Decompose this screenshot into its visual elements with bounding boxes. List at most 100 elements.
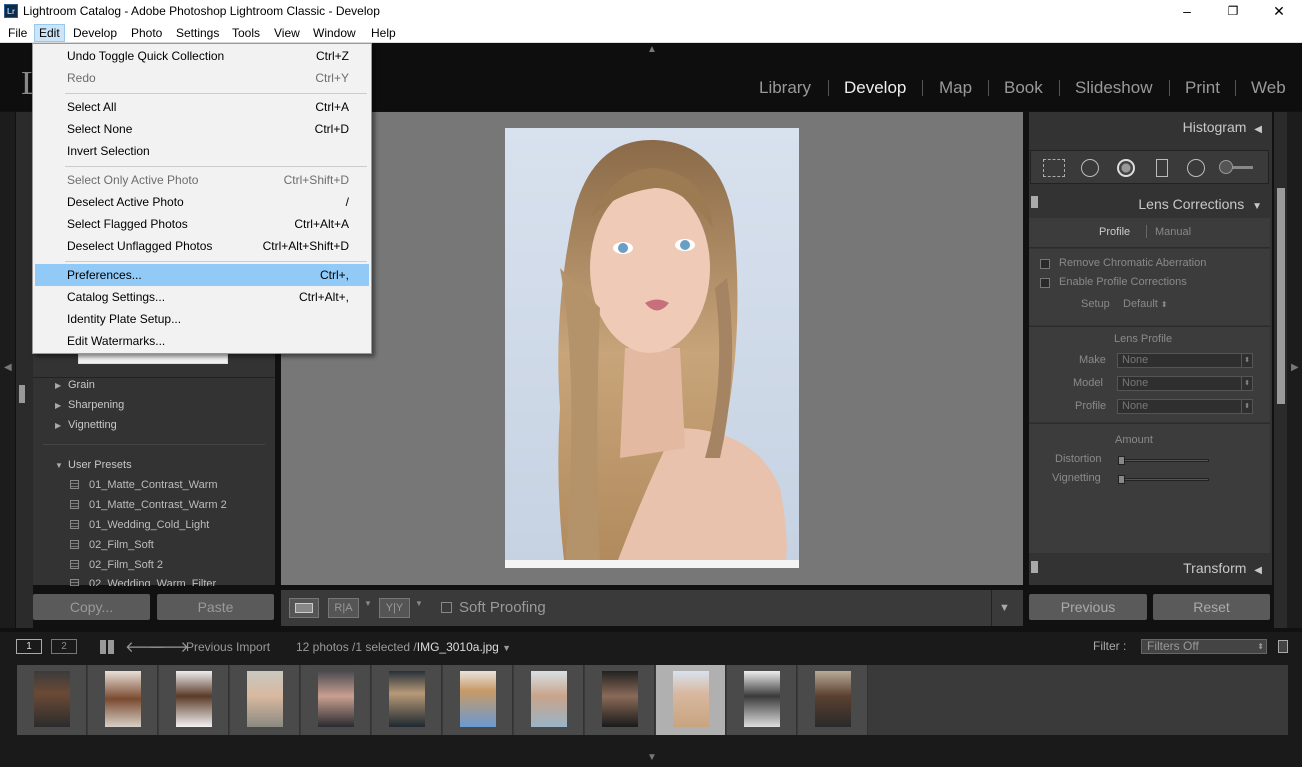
remove-ca-checkbox[interactable] [1040, 259, 1050, 269]
preset-item[interactable]: 02_Wedding_Warm_Filter [70, 578, 216, 586]
menu-window[interactable]: Window [309, 24, 360, 42]
thumbnail[interactable] [585, 665, 655, 735]
thumbnail[interactable] [17, 665, 87, 735]
preset-item[interactable]: 01_Matte_Contrast_Warm 2 [70, 499, 227, 511]
thumbnail[interactable] [159, 665, 229, 735]
thumbnail[interactable] [727, 665, 797, 735]
red-eye-icon[interactable] [1117, 159, 1135, 177]
menu-item-invert-selection[interactable]: Invert Selection [35, 140, 369, 162]
menu-photo[interactable]: Photo [127, 24, 166, 42]
left-scrollbar-thumb[interactable] [19, 385, 25, 403]
transform-toggle[interactable] [1031, 561, 1038, 573]
menu-item-preferences[interactable]: Preferences... Ctrl+, [35, 264, 369, 286]
section-vignetting[interactable]: ▶ Vignetting [55, 419, 117, 431]
chevron-down-icon[interactable]: ▼ [364, 599, 372, 608]
menu-item-edit-watermarks[interactable]: Edit Watermarks... [35, 330, 369, 352]
distortion-slider[interactable] [1118, 456, 1209, 465]
menu-item-select-only-active[interactable]: Select Only Active Photo Ctrl+Shift+D [35, 169, 369, 191]
thumbnail-selected[interactable] [656, 665, 726, 735]
menu-item-deselect-active[interactable]: Deselect Active Photo / [35, 191, 369, 213]
enable-profile-checkbox[interactable] [1040, 278, 1050, 288]
thumbnail[interactable] [372, 665, 442, 735]
menu-item-catalog-settings[interactable]: Catalog Settings... Ctrl+Alt+, [35, 286, 369, 308]
histogram-header[interactable]: Histogram ◀ [1183, 119, 1262, 135]
preset-item[interactable]: 02_Film_Soft [70, 539, 154, 551]
model-dropdown[interactable]: None ⬍ [1117, 376, 1253, 391]
crop-overlay-icon[interactable] [1043, 159, 1065, 177]
module-print[interactable]: Print [1185, 78, 1220, 98]
monitor-2-button[interactable]: 2 [51, 639, 77, 654]
thumbnail[interactable] [230, 665, 300, 735]
menu-item-deselect-unflagged[interactable]: Deselect Unflagged Photos Ctrl+Alt+Shift+… [35, 235, 369, 257]
menu-file[interactable]: File [4, 24, 31, 42]
menu-help[interactable]: Help [367, 24, 400, 42]
image-canvas[interactable] [281, 112, 1023, 585]
close-button[interactable]: ✕ [1256, 0, 1302, 22]
main-photo[interactable] [505, 128, 799, 568]
minimize-button[interactable]: – [1164, 0, 1210, 22]
grid-view-icon[interactable] [100, 640, 114, 654]
filter-lock-icon[interactable] [1278, 640, 1288, 653]
right-panel-toggle-icon[interactable]: ▶ [1291, 362, 1299, 373]
previous-button[interactable]: Previous [1029, 594, 1147, 620]
user-presets-folder[interactable]: ▼ User Presets [55, 459, 132, 471]
menu-item-undo[interactable]: Undo Toggle Quick Collection Ctrl+Z [35, 45, 369, 67]
paste-button[interactable]: Paste [157, 594, 274, 620]
transform-header[interactable]: Transform ◀ [1183, 560, 1262, 576]
before-after-split-button[interactable]: Y|Y [379, 598, 410, 618]
before-after-button[interactable]: R|A [328, 598, 359, 618]
filter-dropdown[interactable]: Filters Off ⬍ [1141, 639, 1267, 654]
module-web[interactable]: Web [1251, 78, 1286, 98]
section-sharpening[interactable]: ▶ Sharpening [55, 399, 124, 411]
module-slideshow[interactable]: Slideshow [1075, 78, 1153, 98]
forward-arrow-icon[interactable]: 🡒 [149, 637, 189, 656]
menu-edit[interactable]: Edit [34, 24, 65, 42]
section-grain[interactable]: ▶ Grain [55, 379, 95, 391]
setup-dropdown[interactable]: Default ⬍ [1123, 298, 1168, 310]
right-scrollbar-thumb[interactable] [1277, 188, 1285, 404]
thumbnail[interactable] [798, 665, 868, 735]
soft-proofing-checkbox[interactable] [441, 602, 452, 613]
menu-item-select-none[interactable]: Select None Ctrl+D [35, 118, 369, 140]
preset-item[interactable]: 01_Matte_Contrast_Warm [70, 479, 218, 491]
menu-item-select-flagged[interactable]: Select Flagged Photos Ctrl+Alt+A [35, 213, 369, 235]
thumbnail[interactable] [301, 665, 371, 735]
toolbar-menu-chevron-icon[interactable]: ▼ [999, 602, 1010, 614]
tab-profile[interactable]: Profile [1099, 226, 1130, 238]
source-label[interactable]: Previous Import [186, 640, 270, 654]
monitor-1-button[interactable]: 1 [16, 639, 42, 654]
menu-develop[interactable]: Develop [69, 24, 121, 42]
preset-item[interactable]: 01_Wedding_Cold_Light [70, 519, 209, 531]
chevron-down-icon[interactable]: ▼ [415, 599, 423, 608]
adjustment-brush-icon[interactable] [1219, 160, 1253, 174]
loupe-view-button[interactable] [289, 598, 319, 618]
menu-tools[interactable]: Tools [228, 24, 264, 42]
thumbnail[interactable] [443, 665, 513, 735]
module-book[interactable]: Book [1004, 78, 1043, 98]
graduated-filter-icon[interactable] [1156, 159, 1168, 177]
menu-view[interactable]: View [270, 24, 304, 42]
radial-filter-icon[interactable] [1187, 159, 1205, 177]
profile-dropdown[interactable]: None ⬍ [1117, 399, 1253, 414]
module-map[interactable]: Map [939, 78, 972, 98]
maximize-button[interactable]: ❐ [1210, 0, 1256, 22]
bottom-panel-toggle-icon[interactable]: ▼ [647, 752, 657, 763]
thumbnail[interactable] [514, 665, 584, 735]
thumbnail[interactable] [88, 665, 158, 735]
top-panel-toggle-icon[interactable]: ▲ [647, 44, 657, 55]
preset-item[interactable]: 02_Film_Soft 2 [70, 559, 163, 571]
filmstrip-status[interactable]: 12 photos /1 selected /IMG_3010a.jpg ▼ [296, 640, 511, 654]
reset-button[interactable]: Reset [1153, 594, 1270, 620]
tab-manual[interactable]: Manual [1155, 226, 1191, 238]
menu-item-redo[interactable]: Redo Ctrl+Y [35, 67, 369, 89]
lens-corrections-toggle[interactable] [1031, 196, 1038, 208]
left-panel-toggle-icon[interactable]: ◀ [4, 362, 12, 373]
vignetting-slider[interactable] [1118, 475, 1209, 484]
make-dropdown[interactable]: None ⬍ [1117, 353, 1253, 368]
menu-item-identity-plate[interactable]: Identity Plate Setup... [35, 308, 369, 330]
menu-item-select-all[interactable]: Select All Ctrl+A [35, 96, 369, 118]
module-library[interactable]: Library [759, 78, 811, 98]
copy-button[interactable]: Copy... [33, 594, 150, 620]
spot-removal-icon[interactable] [1081, 159, 1099, 177]
lens-corrections-header[interactable]: Lens Corrections ▼ [1138, 196, 1262, 212]
